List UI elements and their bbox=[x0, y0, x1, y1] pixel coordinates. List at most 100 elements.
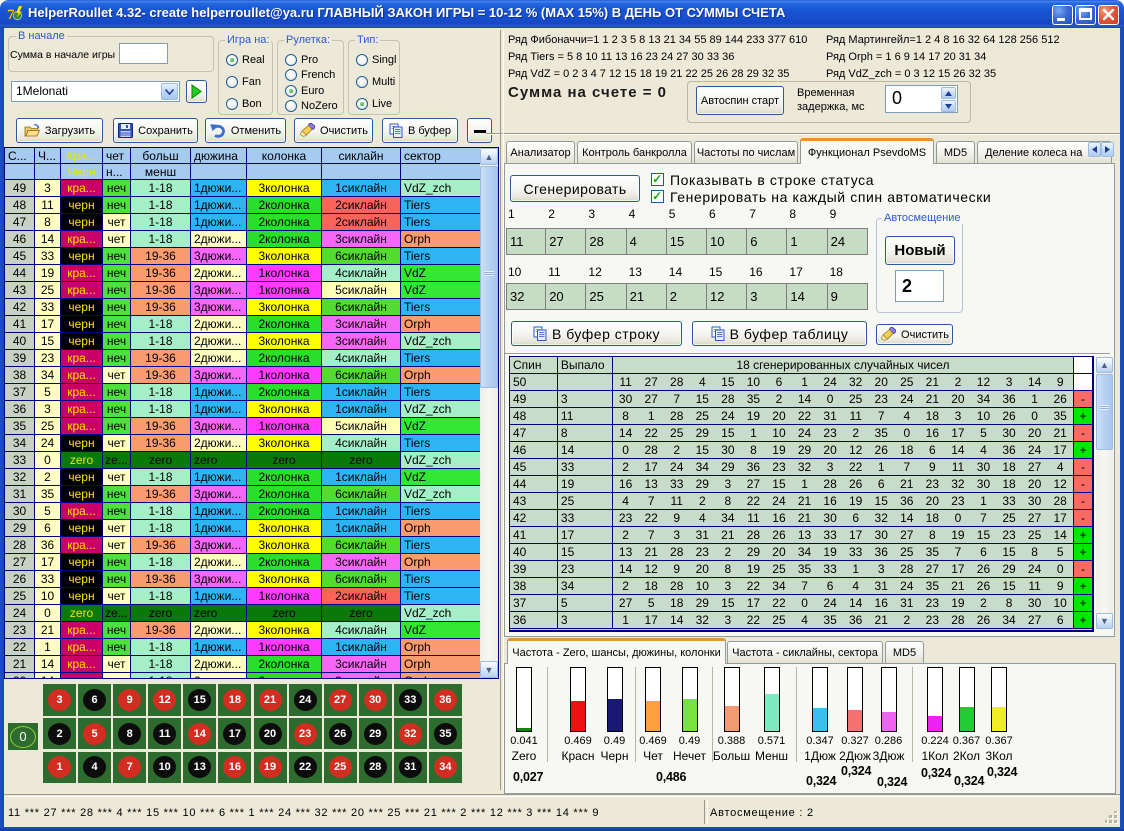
table-row[interactable]: 40151321282322920341933362535761585+ bbox=[510, 544, 1093, 561]
table-row[interactable]: 4117черннеч1-182дюжи...2колонка3сиклайнO… bbox=[5, 316, 481, 333]
resize-grip-icon[interactable] bbox=[1105, 811, 1119, 825]
copy-table-button[interactable]: В буфер таблицу bbox=[692, 321, 867, 346]
table-row[interactable]: 3834218281032234764312435212615119+ bbox=[510, 578, 1093, 595]
table-row[interactable]: 4614кра...чет1-182дюжи...2колонка3сиклай… bbox=[5, 231, 481, 248]
spin-scroll-up-icon[interactable]: ▲ bbox=[1096, 357, 1113, 373]
board-cell-35[interactable]: 35 bbox=[429, 718, 462, 750]
table-row[interactable]: 42332322943411162130632141807252717- bbox=[510, 510, 1093, 527]
board-cell-20[interactable]: 20 bbox=[254, 718, 287, 750]
tab-3[interactable]: Частоты по числам bbox=[694, 141, 798, 163]
close-button[interactable] bbox=[1098, 5, 1119, 25]
board-cell-17[interactable]: 17 bbox=[218, 718, 251, 750]
toolbar-button-load[interactable]: Загрузить bbox=[16, 118, 103, 143]
history-table-scrollbar[interactable]: ▲ ▼ bbox=[480, 148, 498, 678]
tab-5[interactable]: MD5 bbox=[936, 141, 975, 163]
table-row[interactable]: 2321кра...неч19-362дюжи...3колонка4сикла… bbox=[5, 622, 481, 639]
table-row[interactable]: 3923кра...неч19-362дюжи...2колонка4сикла… bbox=[5, 350, 481, 367]
table-row[interactable]: 4015черннеч1-182дюжи...3колонка3сиклайнV… bbox=[5, 333, 481, 350]
table-row[interactable]: 49330277152835214025232421203436126- bbox=[510, 391, 1093, 408]
radio-french[interactable]: French bbox=[285, 69, 335, 81]
toolbar-button-copy[interactable]: В буфер bbox=[382, 118, 458, 143]
new-button[interactable]: Новый bbox=[885, 236, 955, 265]
board-cell-6[interactable]: 6 bbox=[78, 684, 111, 716]
board-cell-21[interactable]: 21 bbox=[254, 684, 287, 716]
table-row[interactable]: 2510чернчет1-181дюжи...1колонка2сиклайнT… bbox=[5, 588, 481, 605]
table-row[interactable]: 2836кра...чет19-363дюжи...3колонка6сикла… bbox=[5, 537, 481, 554]
spin-scroll-thumb[interactable] bbox=[1096, 374, 1113, 450]
delay-spin-up-icon[interactable] bbox=[941, 87, 956, 99]
board-cell-22[interactable]: 22 bbox=[289, 752, 322, 784]
toolbar-button-undo[interactable]: Отменить bbox=[205, 118, 286, 143]
table-row[interactable]: 305кра...неч1-181дюжи...2колонка1сиклайн… bbox=[5, 503, 481, 520]
board-cell-24[interactable]: 24 bbox=[289, 684, 322, 716]
table-row[interactable]: 4811812825241920223111741831026035+ bbox=[510, 408, 1093, 425]
history-scroll-down-icon[interactable]: ▼ bbox=[480, 661, 498, 678]
start-sum-input[interactable] bbox=[119, 43, 168, 64]
table-row[interactable]: 240zeroze...zerozerozerozeroVdZ_zch bbox=[5, 605, 481, 622]
radio-real[interactable]: Real bbox=[226, 54, 265, 66]
tab-4[interactable]: Функционал PsevdoMS bbox=[800, 138, 934, 164]
table-row[interactable]: 4533217243429362332322179113018274- bbox=[510, 459, 1093, 476]
table-row[interactable]: 50112728415106124322025212123149 bbox=[510, 374, 1093, 391]
tabs-scroll-right-icon[interactable] bbox=[1101, 142, 1114, 157]
table-row[interactable]: 2014кра...чет1-182дюжи...2колонка3сиклай… bbox=[5, 673, 481, 679]
board-cell-8[interactable]: 8 bbox=[113, 718, 146, 750]
table-row[interactable]: 39231412920819253533132827172629240- bbox=[510, 561, 1093, 578]
tabs-scroll-left-icon[interactable] bbox=[1088, 142, 1101, 157]
board-cell-23[interactable]: 23 bbox=[289, 718, 322, 750]
generate-button[interactable]: Сгенерировать bbox=[510, 175, 640, 202]
board-cell-18[interactable]: 18 bbox=[218, 684, 251, 716]
board-cell-9[interactable]: 9 bbox=[113, 684, 146, 716]
table-row[interactable]: 411727331212826133317302781915232514+ bbox=[510, 527, 1093, 544]
board-cell-29[interactable]: 29 bbox=[359, 718, 392, 750]
table-row[interactable]: 47814222529151102423235016175302021- bbox=[510, 425, 1093, 442]
combobox-dropdown-icon[interactable] bbox=[161, 83, 178, 100]
autoshift-input[interactable]: 2 bbox=[895, 270, 944, 302]
freq-tab-2[interactable]: Частота - сиклайны, сектора bbox=[727, 641, 883, 663]
board-cell-19[interactable]: 19 bbox=[254, 752, 287, 784]
table-row[interactable]: 2633черннеч19-363дюжи...3колонка6сиклайн… bbox=[5, 571, 481, 588]
board-cell-25[interactable]: 25 bbox=[324, 752, 357, 784]
toolbar-button-save[interactable]: Сохранить bbox=[113, 118, 198, 143]
table-row[interactable]: Чернн...менш bbox=[5, 164, 481, 180]
table-row[interactable]: 4233черннеч19-363дюжи...3колонка6сиклайн… bbox=[5, 299, 481, 316]
clear-small-button[interactable]: Очистить bbox=[876, 324, 953, 345]
copy-row-button[interactable]: В буфер строку bbox=[511, 321, 682, 346]
table-row[interactable]: 221кра...неч1-181дюжи...1колонка1сиклайн… bbox=[5, 639, 481, 656]
board-cell-36[interactable]: 36 bbox=[429, 684, 462, 716]
checkbox-show-status[interactable]: ✓ Показывать в строке статуса bbox=[651, 172, 874, 188]
title-bar[interactable]: 7 HelperRoullet 4.32- create helperroull… bbox=[0, 0, 1124, 28]
board-cell-27[interactable]: 27 bbox=[324, 684, 357, 716]
table-row[interactable]: 2114кра...чет1-182дюжи...2колонка3сиклай… bbox=[5, 656, 481, 673]
history-scroll-up-icon[interactable]: ▲ bbox=[480, 148, 498, 165]
board-cell-31[interactable]: 31 bbox=[394, 752, 427, 784]
radio-euro[interactable]: Euro bbox=[285, 85, 324, 97]
checkbox-show-status-box[interactable]: ✓ bbox=[651, 173, 664, 186]
checkbox-generate-each-spin-box[interactable]: ✓ bbox=[651, 190, 664, 203]
maximize-button[interactable] bbox=[1075, 5, 1096, 25]
toolbar-button-clear[interactable]: Очистить bbox=[294, 118, 373, 143]
table-row[interactable]: 3525кра...неч19-363дюжи...1колонка5сикла… bbox=[5, 418, 481, 435]
table-row[interactable]: 478чернчет1-181дюжи...2колонка2сиклайнTi… bbox=[5, 214, 481, 231]
radio-bon[interactable]: Bon bbox=[226, 98, 262, 110]
tab-2[interactable]: Контроль банкролла bbox=[577, 141, 692, 163]
board-cell-14[interactable]: 14 bbox=[183, 718, 216, 750]
radio-singl[interactable]: Singl bbox=[356, 54, 396, 66]
board-cell-10[interactable]: 10 bbox=[148, 752, 181, 784]
table-row[interactable]: 4419кра...неч19-362дюжи...1колонка4сикла… bbox=[5, 265, 481, 282]
table-row[interactable]: 363кра...неч1-181дюжи...3колонка1сиклайн… bbox=[5, 401, 481, 418]
board-cell-34[interactable]: 34 bbox=[429, 752, 462, 784]
table-row[interactable]: 46140282153081929201226186144362417+ bbox=[510, 442, 1093, 459]
board-cell-5[interactable]: 5 bbox=[78, 718, 111, 750]
history-scroll-thumb[interactable] bbox=[480, 166, 498, 388]
table-row[interactable]: 2717черннеч1-182дюжи...2колонка3сиклайнO… bbox=[5, 554, 481, 571]
board-cell-26[interactable]: 26 bbox=[324, 718, 357, 750]
board-cell-33[interactable]: 33 bbox=[394, 684, 427, 716]
board-cell-15[interactable]: 15 bbox=[183, 684, 216, 716]
board-cell-2[interactable]: 2 bbox=[43, 718, 76, 750]
table-row[interactable]: 296чернчет1-181дюжи...3колонка1сиклайнOr… bbox=[5, 520, 481, 537]
board-cell-13[interactable]: 13 bbox=[183, 752, 216, 784]
board-cell-0[interactable]: 0 bbox=[8, 723, 38, 750]
board-cell-1[interactable]: 1 bbox=[43, 752, 76, 784]
board-cell-3[interactable]: 3 bbox=[43, 684, 76, 716]
